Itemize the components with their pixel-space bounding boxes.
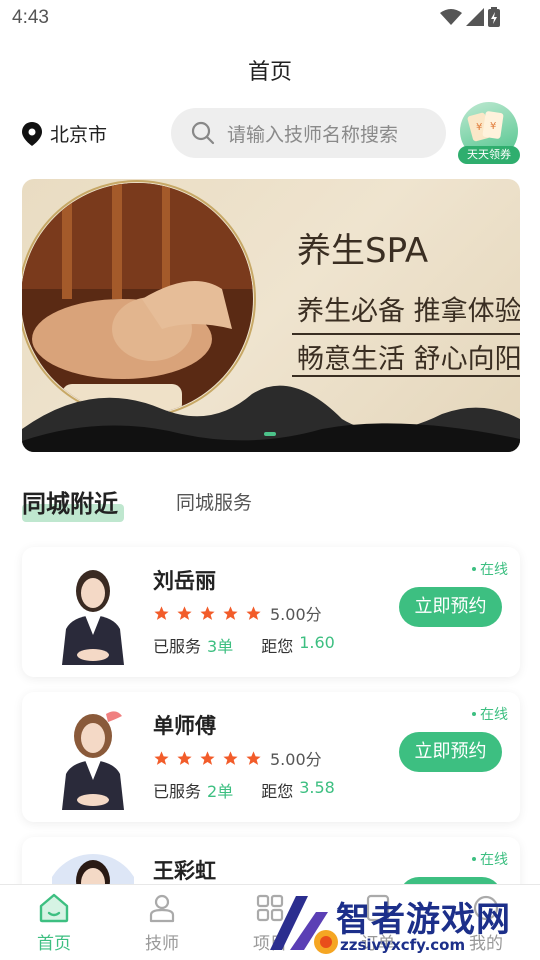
home-icon [39, 893, 69, 923]
search-placeholder: 请输入技师名称搜索 [227, 123, 399, 146]
online-dot-icon [472, 712, 476, 716]
technician-card[interactable]: 单师傅 5.00分 已服务 2单 距您 3.58 在线 立即预约 [22, 692, 520, 822]
watermark-url: zzsivyxcfy.com [340, 936, 466, 954]
svg-text:¥: ¥ [476, 122, 482, 133]
book-now-button[interactable]: 立即预约 [399, 732, 502, 772]
rating-score: 5.00分 [270, 750, 322, 769]
banner-divider [292, 375, 520, 377]
wifi-icon [440, 9, 462, 25]
banner-title: 养生SPA [297, 231, 429, 271]
banner-divider [292, 333, 520, 335]
watermark-text: 智者游戏网 [336, 900, 511, 940]
star-icon [223, 750, 238, 765]
promo-banner[interactable]: 养生SPA 养生必备 推拿体验 畅意生活 舒心向阳 [22, 179, 520, 452]
carousel-indicator[interactable] [264, 432, 276, 436]
rating-score: 5.00分 [270, 605, 322, 624]
nav-label: 技师 [145, 934, 179, 954]
search-input[interactable]: 请输入技师名称搜索 [171, 108, 446, 158]
technician-name: 单师傅 [153, 714, 216, 738]
distance-label: 距您 [261, 782, 294, 801]
star-icon [154, 750, 169, 765]
online-dot-icon [472, 567, 476, 571]
coupon-button[interactable]: ¥ ¥ 天天领券 [458, 102, 520, 164]
tab-label: 同城附近 [22, 490, 118, 518]
search-icon [191, 121, 215, 145]
tab-nearby[interactable]: 同城附近 [22, 484, 124, 522]
rating-stars: 5.00分 [153, 746, 322, 770]
star-icon [200, 605, 215, 620]
star-icon [177, 605, 192, 620]
banner-line-2: 畅意生活 舒心向阳 [297, 344, 520, 375]
online-label: 在线 [480, 562, 508, 578]
nav-item-home[interactable]: 首页 [24, 893, 84, 954]
technician-card[interactable]: 刘岳丽 5.00分 已服务 3单 距您 1.60 在线 立即预约 [22, 547, 520, 677]
distance-value: 3.58 [299, 778, 335, 797]
location-city: 北京市 [50, 124, 108, 146]
served-label: 已服务 [153, 782, 202, 801]
status-time: 4:43 [12, 7, 49, 28]
star-icon [154, 605, 169, 620]
book-now-button[interactable]: 立即预约 [399, 587, 502, 627]
coupon-label: 天天领券 [458, 146, 520, 164]
online-label: 在线 [480, 852, 508, 868]
signal-icon [466, 8, 484, 26]
tab-services[interactable]: 同城服务 [176, 488, 252, 515]
rating-stars: 5.00分 [153, 601, 322, 625]
site-watermark: 智者游戏网 zzsivyxcfy.com [260, 890, 540, 960]
status-bar: 4:43 [0, 0, 540, 36]
star-icon [200, 750, 215, 765]
technician-name: 刘岳丽 [153, 569, 216, 593]
technician-stats: 已服务 3单 距您 1.60 [153, 633, 335, 657]
served-count: 2单 [207, 782, 234, 801]
location-pin-icon [22, 121, 42, 146]
online-status: 在线 [472, 559, 508, 579]
page-title: 首页 [247, 60, 292, 85]
served-label: 已服务 [153, 637, 202, 656]
online-status: 在线 [472, 849, 508, 869]
nav-label: 首页 [37, 934, 71, 954]
star-icon [223, 605, 238, 620]
distance-value: 1.60 [299, 633, 335, 652]
watermark-logo-icon [270, 896, 338, 954]
online-status: 在线 [472, 704, 508, 724]
online-dot-icon [472, 857, 476, 861]
location-selector[interactable]: 北京市 [22, 120, 107, 147]
technician-name: 王彩虹 [153, 859, 216, 883]
svg-text:¥: ¥ [490, 121, 496, 132]
technician-stats: 已服务 2单 距您 3.58 [153, 778, 335, 802]
technician-avatar [62, 711, 124, 810]
served-count: 3单 [207, 637, 234, 656]
nav-item-technician[interactable]: 技师 [132, 893, 192, 954]
status-icons [440, 7, 500, 27]
distance-label: 距您 [261, 637, 294, 656]
online-label: 在线 [480, 707, 508, 723]
banner-line-1: 养生必备 推拿体验 [297, 296, 520, 327]
star-icon [246, 605, 261, 620]
battery-icon [488, 7, 500, 27]
star-icon [246, 750, 261, 765]
star-icon [177, 750, 192, 765]
technician-icon [149, 894, 175, 923]
technician-avatar [62, 570, 124, 665]
